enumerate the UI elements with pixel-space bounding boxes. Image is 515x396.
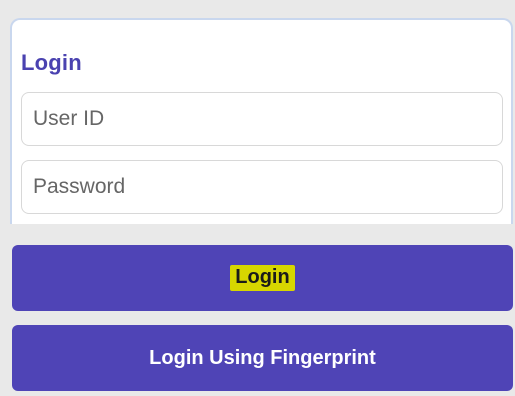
login-fingerprint-label: Login Using Fingerprint xyxy=(149,346,376,369)
login-title: Login xyxy=(21,50,82,75)
password-input[interactable] xyxy=(21,160,503,214)
login-card: Login xyxy=(10,18,513,224)
user-id-input[interactable] xyxy=(21,92,503,146)
login-screen: Login Login Login Using Fingerprint xyxy=(0,0,515,396)
login-fingerprint-button[interactable]: Login Using Fingerprint xyxy=(12,325,513,391)
login-button-label: Login xyxy=(230,265,295,291)
login-button[interactable]: Login xyxy=(12,245,513,311)
